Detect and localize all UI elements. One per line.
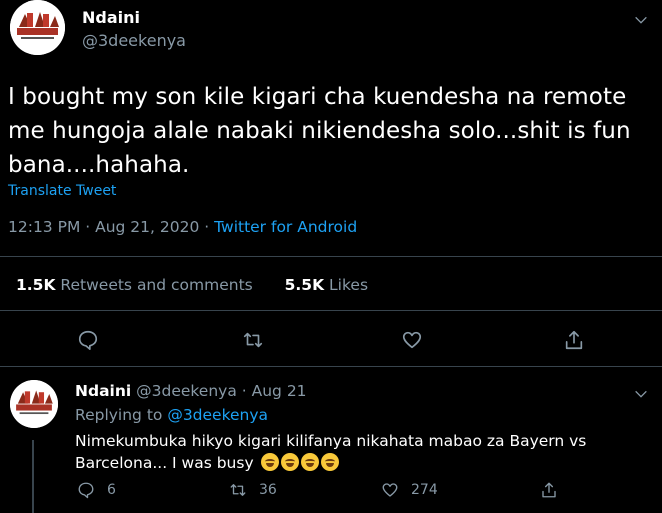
tweet-actions: [0, 325, 662, 359]
comment-icon: [78, 482, 94, 499]
avatar-logo-image: [10, 380, 58, 428]
reply-actions: 6 36 274: [0, 481, 662, 505]
retweet-icon: [230, 484, 246, 496]
joy-emoji-icon: [300, 453, 319, 471]
reply-count: 6: [107, 482, 116, 498]
retweet-count: 36: [259, 482, 277, 498]
likes-label: Likes: [329, 276, 369, 294]
display-name[interactable]: Ndaini: [82, 8, 140, 27]
heart-icon: [382, 483, 398, 497]
user-handle[interactable]: @3deekenya: [82, 31, 186, 50]
retweets-stat[interactable]: 1.5K Retweets and comments: [16, 276, 253, 294]
chevron-down-icon[interactable]: [633, 12, 649, 28]
reply-retweet-button[interactable]: 36: [229, 481, 277, 499]
reply-meta[interactable]: @3deekenya · Aug 21: [131, 382, 306, 400]
divider: [0, 366, 662, 367]
tweet-stats: 1.5K Retweets and comments 5.5K Likes: [16, 276, 368, 294]
retweet-icon[interactable]: [242, 329, 264, 351]
replying-prefix: Replying to: [75, 406, 168, 424]
replying-mention[interactable]: @3deekenya: [167, 406, 268, 424]
tweet-text: I bought my son kile kigari cha kuendesh…: [8, 84, 631, 178]
share-icon: [542, 482, 556, 498]
reply-text-block: Nimekumbuka hikyo kigari kilifanya nikah…: [75, 430, 635, 474]
reply-tweet[interactable]: Ndaini @3deekenya · Aug 21 Replying to @…: [0, 368, 662, 513]
timestamp[interactable]: 12:13 PM · Aug 21, 2020 ·: [8, 218, 214, 236]
source-link[interactable]: Twitter for Android: [214, 218, 357, 236]
joy-emoji-icon: [320, 453, 339, 471]
likes-stat[interactable]: 5.5K Likes: [285, 276, 368, 294]
divider: [0, 256, 662, 257]
reply-avatar[interactable]: [10, 380, 58, 428]
translate-link[interactable]: Translate Tweet: [8, 183, 116, 199]
likes-count: 5.5K: [284, 276, 325, 294]
chevron-down-icon[interactable]: [633, 386, 649, 402]
retweets-label: Retweets and comments: [60, 276, 253, 294]
reply-comment-button[interactable]: 6: [77, 481, 116, 499]
tweet-meta: 12:13 PM · Aug 21, 2020 · Twitter for An…: [8, 218, 357, 236]
avatar-logo-image: [10, 0, 65, 55]
reply-display-name[interactable]: Ndaini: [75, 382, 131, 400]
joy-emoji-icon: [280, 453, 299, 471]
heart-icon[interactable]: [401, 329, 423, 351]
reply-like-button[interactable]: 274: [381, 481, 438, 499]
reply-header: Ndaini @3deekenya · Aug 21: [75, 382, 307, 400]
retweets-count: 1.5K: [16, 276, 56, 294]
share-icon[interactable]: [563, 329, 585, 351]
divider: [0, 310, 662, 311]
reply-share-button[interactable]: [540, 481, 570, 499]
avatar[interactable]: [10, 0, 65, 55]
comment-icon[interactable]: [77, 329, 99, 351]
joy-emoji-icon: [260, 453, 279, 471]
replying-to: Replying to @3deekenya: [75, 406, 268, 424]
main-tweet: Ndaini @3deekenya I bought my son kile k…: [0, 0, 662, 367]
like-count: 274: [411, 482, 438, 498]
